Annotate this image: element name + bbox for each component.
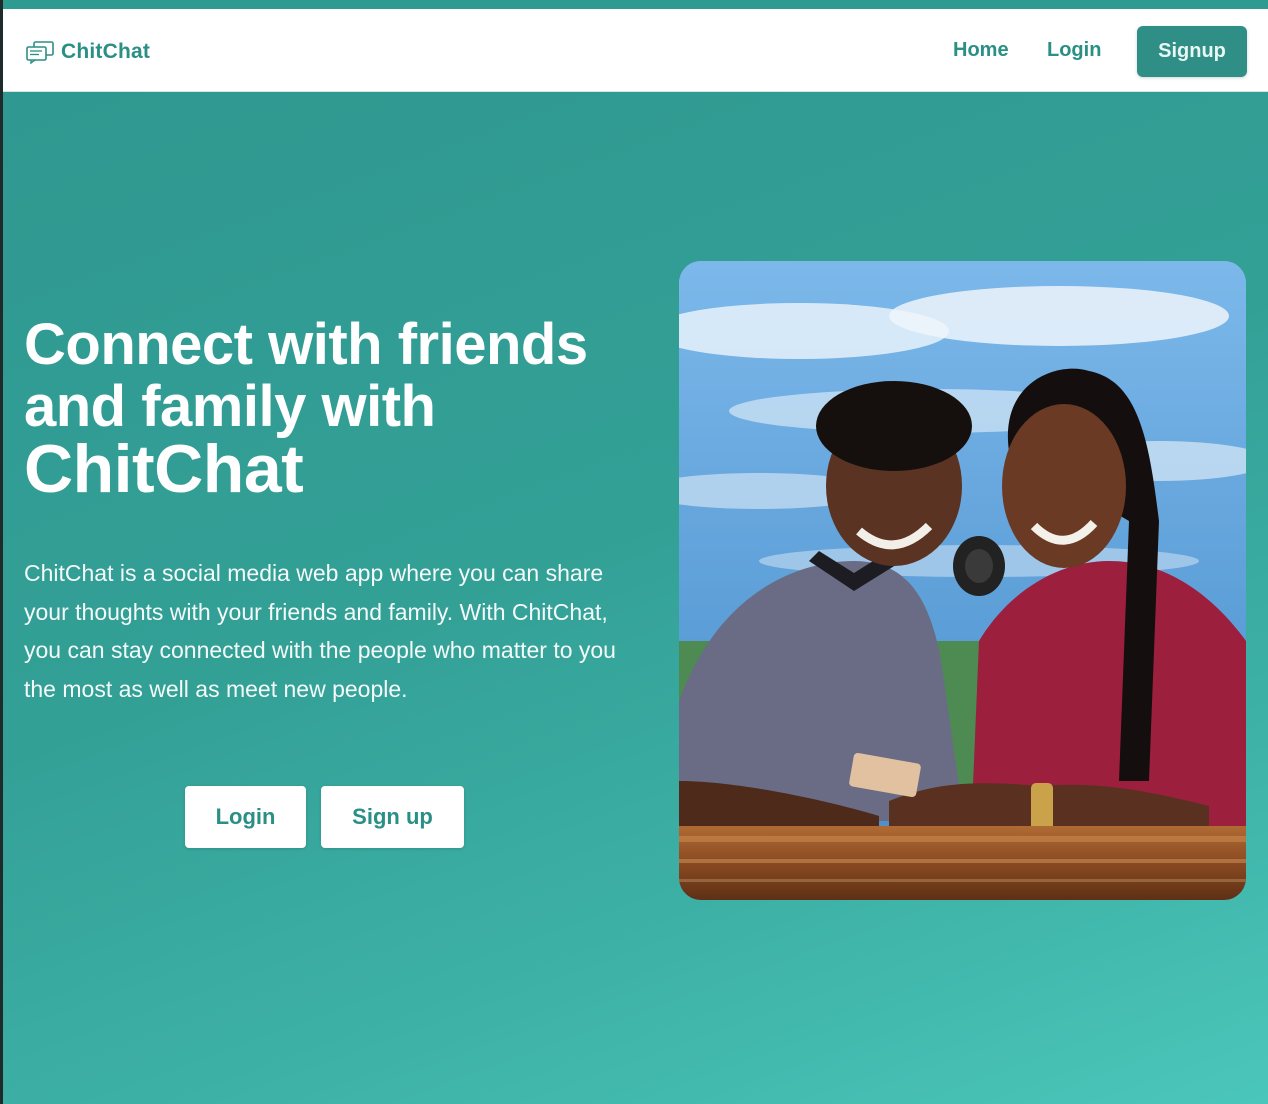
page: ChitChat Home Login Signup Connect with … [0,0,1268,1104]
nav-signup-button[interactable]: Signup [1137,26,1247,77]
hero-login-button[interactable]: Login [185,786,306,848]
nav-login-link[interactable]: Login [1047,39,1101,62]
hero-headline-brand: ChitChat [24,431,304,507]
top-accent-strip [3,0,1268,9]
hero-headline-text: Connect with friends and family with [24,312,588,439]
hero-headline: Connect with friends and family with Chi… [24,314,644,504]
hero-description: ChitChat is a social media web app where… [24,560,616,702]
hero-image [679,261,1246,900]
brand-name: ChitChat [61,40,151,63]
navbar: ChitChat Home Login Signup [3,9,1268,92]
chat-bubbles-icon [26,41,54,64]
hero-section: Connect with friends and family with Chi… [3,92,1268,1104]
hero-signup-button[interactable]: Sign up [321,786,464,848]
friends-photo-illustration [679,261,1246,900]
nav-home-link[interactable]: Home [953,39,1009,62]
brand-logo[interactable]: ChitChat [25,37,150,67]
